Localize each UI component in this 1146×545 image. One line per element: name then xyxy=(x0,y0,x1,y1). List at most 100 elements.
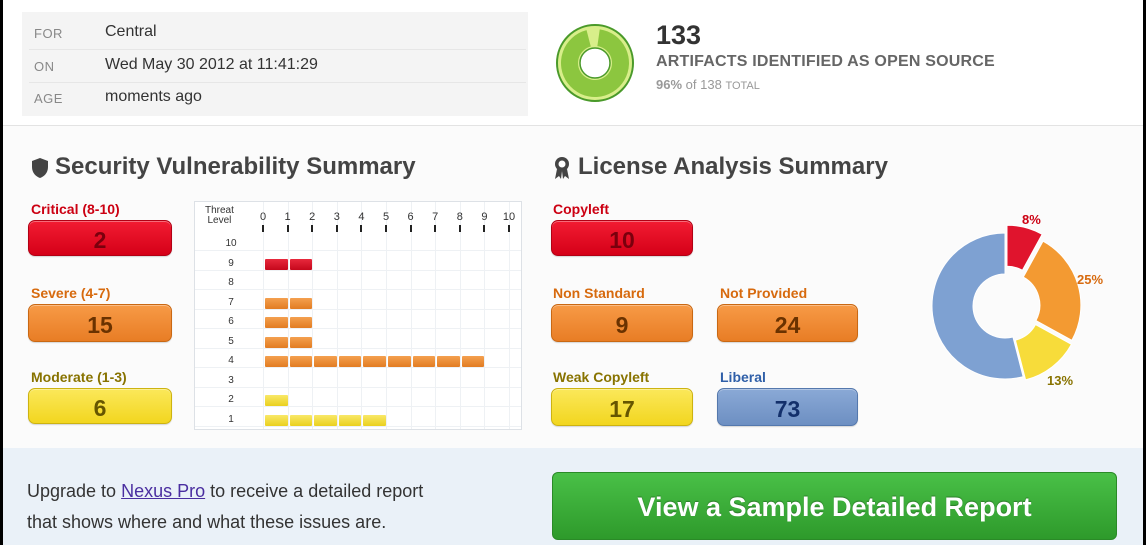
grid-line xyxy=(361,202,363,429)
threat-axis-tick xyxy=(483,225,486,232)
grid-line xyxy=(195,289,521,290)
threat-bar-segment xyxy=(289,356,313,367)
threat-axis-tick-label: 5 xyxy=(382,211,390,223)
grid-line xyxy=(195,250,521,251)
meta-row-for: FOR Central xyxy=(22,20,522,50)
threat-level-label: 8 xyxy=(228,277,234,288)
threat-bar-segment xyxy=(265,317,288,328)
report-header: FOR Central ON Wed May 30 2012 at 11:41:… xyxy=(3,0,1143,125)
nexus-pro-link[interactable]: Nexus Pro xyxy=(121,481,205,501)
threat-bar-segment xyxy=(363,356,386,367)
threat-axis-tick xyxy=(311,225,314,232)
grid-line xyxy=(435,202,437,429)
grid-line xyxy=(195,367,521,368)
threat-axis-tick xyxy=(434,225,437,232)
threat-header: Threat Level xyxy=(205,206,234,226)
threat-axis-tick-label: 8 xyxy=(456,211,463,223)
threat-axis-tick-label: 1 xyxy=(284,211,291,223)
total-of-text: of 138 xyxy=(685,77,722,92)
threat-bar-segment xyxy=(338,356,362,367)
grid-line xyxy=(312,202,314,429)
threat-axis-tick-label: 3 xyxy=(333,211,340,223)
threat-level-label: 7 xyxy=(228,296,234,308)
security-title: Security Vulnerability Summary xyxy=(31,153,416,181)
threat-axis-tick-label: 7 xyxy=(432,211,439,223)
threat-axis-tick xyxy=(335,225,338,232)
severe-label: Severe (4-7) xyxy=(31,285,111,301)
threat-bar-segment xyxy=(265,414,288,426)
threat-level-label: 9 xyxy=(228,257,234,269)
open-source-percent: 96% xyxy=(656,77,683,92)
liberal-label: Liberal xyxy=(720,369,766,385)
threat-bar-segment xyxy=(461,356,485,367)
summary-section: Security Vulnerability Summary Critical … xyxy=(3,125,1143,449)
threat-axis-tick xyxy=(360,225,363,232)
upgrade-footer: Upgrade to Nexus Pro to receive a detail… xyxy=(3,448,1143,545)
threat-level-chart: Threat Level 0 1 2 3 4 5 6 7 8 9 10 10 9 8 7 6 5 4 3 2 1 xyxy=(194,201,522,430)
grid-line xyxy=(195,269,521,271)
weak-copyleft-label: Weak Copyleft xyxy=(553,369,650,385)
meta-value: moments ago xyxy=(105,88,202,105)
divider xyxy=(29,49,526,50)
threat-level-label: 10 xyxy=(225,238,237,249)
grid-line xyxy=(509,202,510,429)
divider xyxy=(29,82,526,83)
threat-bar-segment xyxy=(388,356,411,367)
threat-axis-tick xyxy=(458,225,461,232)
grid-line xyxy=(336,202,338,429)
threat-bar-segment xyxy=(265,395,288,406)
threat-level-label: 2 xyxy=(228,394,234,405)
non-standard-label: Non Standard xyxy=(553,285,645,301)
donut-label-not-provided: 25% xyxy=(1077,272,1104,287)
upgrade-message: Upgrade to Nexus Pro to receive a detail… xyxy=(27,476,527,538)
license-donut-chart xyxy=(931,224,1082,381)
threat-axis-tick-label: 10 xyxy=(502,211,516,223)
upgrade-text-before: Upgrade to xyxy=(27,481,117,501)
meta-key: AGE xyxy=(34,91,63,106)
view-sample-report-button[interactable]: View a Sample Detailed Report xyxy=(552,472,1117,540)
grid-line xyxy=(195,328,521,329)
threat-bar-segment xyxy=(289,297,313,309)
report-panel: FOR Central ON Wed May 30 2012 at 11:41:… xyxy=(3,0,1143,545)
threat-level-label: 6 xyxy=(228,316,234,327)
threat-level-label: 3 xyxy=(228,374,234,386)
grid-line xyxy=(195,308,521,310)
ring-hole xyxy=(579,47,611,79)
grid-line xyxy=(484,202,486,429)
donut-slice-not-provided xyxy=(1022,240,1082,342)
threat-axis-tick-label: 0 xyxy=(259,211,267,223)
threat-bar-segment xyxy=(314,414,337,426)
threat-axis-tick-label: 9 xyxy=(481,211,488,223)
grid-line xyxy=(386,202,387,429)
meta-row-on: ON Wed May 30 2012 at 11:41:29 xyxy=(22,53,522,83)
threat-bar-segment xyxy=(265,336,288,348)
severe-count-badge: 15 xyxy=(28,304,172,342)
threat-axis-tick xyxy=(286,225,289,232)
open-source-ring-chart xyxy=(556,24,634,102)
grid-line xyxy=(263,202,264,429)
grid-line xyxy=(195,386,521,388)
artifact-count: 133 xyxy=(656,20,702,50)
meta-value: Wed May 30 2012 at 11:41:29 xyxy=(105,56,318,73)
security-title-text: Security Vulnerability Summary xyxy=(55,153,416,180)
copyleft-count-badge: 10 xyxy=(551,220,693,256)
award-ribbon-icon xyxy=(555,156,569,179)
moderate-label: Moderate (1-3) xyxy=(31,369,127,385)
threat-axis-tick xyxy=(409,225,412,232)
upgrade-text-line2: that shows where and what these issues a… xyxy=(27,512,387,532)
threat-header-line2: Level xyxy=(207,215,232,226)
artifact-count-label: ARTIFACTS IDENTIFIED AS OPEN SOURCE xyxy=(656,53,995,70)
copyleft-label: Copyleft xyxy=(553,201,609,217)
threat-bar-segment xyxy=(265,258,288,270)
threat-bar-segment xyxy=(338,414,362,426)
threat-axis-tick xyxy=(508,225,510,232)
meta-value: Central xyxy=(105,23,157,40)
report-meta: FOR Central ON Wed May 30 2012 at 11:41:… xyxy=(22,12,528,116)
threat-bar-segment xyxy=(265,356,288,367)
threat-axis-tick-label: 4 xyxy=(358,211,365,223)
critical-label: Critical (8-10) xyxy=(31,201,120,217)
threat-bar-segment xyxy=(289,414,313,426)
artifact-total: 96% of 138 TOTAL xyxy=(656,77,760,92)
threat-bar-segment xyxy=(363,414,386,426)
threat-axis-tick xyxy=(385,225,387,232)
